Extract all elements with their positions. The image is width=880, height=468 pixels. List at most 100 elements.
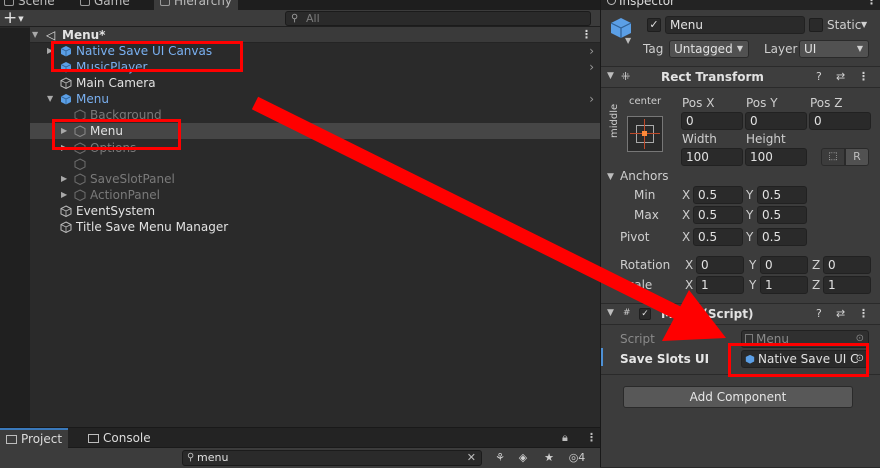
presets-icon[interactable]: ⇄ <box>836 307 845 320</box>
chevron-right-icon[interactable]: › <box>589 59 594 75</box>
kebab-menu-icon[interactable]: ⋮ <box>858 307 869 320</box>
search-icon: ⚲ <box>187 452 195 463</box>
clear-icon[interactable]: ✕ <box>467 451 476 464</box>
create-button[interactable]: +▼ <box>3 10 29 27</box>
collapse-arrow-icon[interactable]: ▼ <box>607 308 614 318</box>
kebab-menu-icon[interactable]: ⋮ <box>866 0 877 7</box>
highlight-box-save-slots-field <box>728 343 869 377</box>
hierarchy-item-unnamed[interactable] <box>30 156 600 172</box>
project-search-input[interactable]: ⚲ menu ✕ <box>182 450 482 466</box>
chevron-right-icon[interactable]: › <box>589 43 594 59</box>
help-icon[interactable]: ? <box>816 307 822 320</box>
hierarchy-item-eventsystem[interactable]: EventSystem <box>30 203 600 219</box>
hierarchy-item-actionpanel[interactable]: ▶ ActionPanel <box>30 187 600 203</box>
tag-dropdown[interactable]: Untagged ▼ <box>669 40 749 58</box>
expand-arrow-icon[interactable]: ▼ <box>47 91 53 107</box>
chevron-right-icon[interactable]: › <box>589 91 594 107</box>
hidden-packages-toggle[interactable]: ◎4 <box>562 450 592 466</box>
blueprint-mode-button[interactable]: ⬚ <box>821 148 845 166</box>
rotation-z-input[interactable]: 0 <box>823 256 871 274</box>
favorite-star-icon[interactable]: ★ <box>540 450 558 466</box>
scene-icon <box>4 0 14 6</box>
scale-y-input[interactable]: 1 <box>760 276 808 294</box>
collapse-arrow-icon[interactable]: ▼ <box>607 172 614 182</box>
width-input[interactable]: 100 <box>681 148 743 166</box>
scale-z-input[interactable]: 1 <box>823 276 871 294</box>
gameobject-cube-icon <box>60 221 72 233</box>
chevron-down-icon: ▼ <box>18 15 24 23</box>
tab-console[interactable]: Console <box>82 428 157 448</box>
rotation-x-input[interactable]: 0 <box>696 256 744 274</box>
kebab-menu-icon[interactable]: ⋮ <box>581 27 592 43</box>
prefab-cube-icon <box>60 94 72 105</box>
pivot-x-input[interactable]: 0.5 <box>693 228 743 246</box>
enabled-checkbox[interactable]: ✓ <box>639 308 651 320</box>
label-tag-icon[interactable]: ◈ <box>514 450 532 466</box>
rect-transform-header[interactable]: ▼ ⁜ Rect Transform ? ⇄ ⋮ <box>601 66 880 88</box>
static-checkbox[interactable] <box>809 18 823 32</box>
hierarchy-item-main-camera[interactable]: Main Camera <box>30 75 600 91</box>
item-label: ActionPanel <box>90 188 160 202</box>
chevron-down-icon: ▼ <box>856 44 863 53</box>
raw-edit-button[interactable]: R <box>845 148 869 166</box>
menu-script-header[interactable]: ▼ # ✓ Menu (Script) ? ⇄ ⋮ <box>601 303 880 325</box>
scale-label: Scale <box>620 278 653 292</box>
expand-arrow-icon[interactable]: ▼ <box>32 27 38 43</box>
search-value: menu <box>197 451 229 464</box>
pos-y-input[interactable]: 0 <box>745 112 807 130</box>
project-panel: Project Console 🔒︎ ⋮ ⚲ menu ✕ ⚘ ◈ ★ ◎4 <box>0 427 600 468</box>
eye-slash-icon: ◎ <box>568 451 579 464</box>
tab-project[interactable]: Project <box>0 428 69 448</box>
hierarchy-item-menu-parent[interactable]: ▼ Menu › <box>30 91 600 107</box>
lock-icon[interactable]: 🔒︎ <box>562 431 568 445</box>
tab-hierarchy[interactable]: Hierarchy <box>154 0 239 10</box>
hierarchy-item-title-save-menu-manager[interactable]: Title Save Menu Manager <box>30 219 600 235</box>
presets-icon[interactable]: ⇄ <box>836 70 845 83</box>
active-checkbox[interactable]: ✓ <box>647 18 661 32</box>
list-icon <box>160 0 170 6</box>
kebab-menu-icon[interactable]: ⋮ <box>858 70 869 83</box>
kebab-menu-icon[interactable]: ⋮ <box>586 431 597 444</box>
pos-z-input[interactable]: 0 <box>809 112 871 130</box>
anchor-min-y-input[interactable]: 0.5 <box>757 186 807 204</box>
anchor-horizontal-label: center <box>629 96 662 107</box>
anchor-min-x-input[interactable]: 0.5 <box>693 186 743 204</box>
tab-game[interactable]: Game <box>80 0 130 10</box>
script-label: Script <box>620 332 655 346</box>
gameobject-cube-icon <box>60 205 72 217</box>
pivot-y-input[interactable]: 0.5 <box>757 228 807 246</box>
anchor-max-y-input[interactable]: 0.5 <box>757 206 807 224</box>
anchor-dot-icon <box>642 131 647 136</box>
rotation-y-input[interactable]: 0 <box>760 256 808 274</box>
hierarchy-search-input[interactable]: ⚲ All <box>285 11 591 26</box>
component-title: Rect Transform <box>661 70 764 84</box>
layer-dropdown[interactable]: UI ▼ <box>799 40 869 58</box>
checkbox-hash-icon[interactable]: # <box>623 308 631 318</box>
pos-x-input[interactable]: 0 <box>681 112 743 130</box>
item-label: Menu <box>76 92 109 106</box>
object-name-input[interactable]: Menu <box>665 16 805 34</box>
hierarchy-gutter <box>0 28 30 427</box>
project-toolbar: ⚲ menu ✕ ⚘ ◈ ★ ◎4 <box>0 448 600 468</box>
add-component-button[interactable]: Add Component <box>623 386 853 408</box>
inspector-tab[interactable]: Inspector ⋮ <box>601 0 880 10</box>
help-icon[interactable]: ? <box>816 70 822 83</box>
plus-icon: + <box>3 8 18 28</box>
scale-x-input[interactable]: 1 <box>696 276 744 294</box>
height-input[interactable]: 100 <box>745 148 807 166</box>
gameobject-cube-icon <box>74 189 86 201</box>
filter-type-icon[interactable]: ⚘ <box>490 450 510 466</box>
expand-arrow-icon[interactable]: ▶ <box>61 171 67 187</box>
expand-arrow-icon[interactable]: ▶ <box>61 187 67 203</box>
anchor-presets-button[interactable] <box>627 116 663 152</box>
anchor-max-x-input[interactable]: 0.5 <box>693 206 743 224</box>
chevron-down-icon[interactable]: ▼ <box>861 20 867 29</box>
collapse-arrow-icon[interactable]: ▼ <box>607 71 614 81</box>
item-label: Main Camera <box>76 76 156 90</box>
project-tab-bar: Project Console 🔒︎ ⋮ <box>0 428 600 448</box>
hierarchy-item-saveslotpanel[interactable]: ▶ SaveSlotPanel <box>30 171 600 187</box>
game-icon <box>80 0 90 6</box>
chevron-down-icon[interactable]: ▼ <box>625 36 631 45</box>
info-icon <box>607 0 616 5</box>
gameobject-cube-icon <box>74 158 86 170</box>
